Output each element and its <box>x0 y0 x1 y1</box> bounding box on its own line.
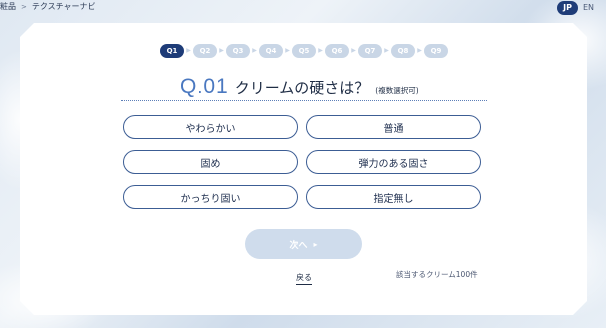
question-prefix: Q <box>180 75 198 98</box>
question-note: (複数選択可) <box>375 86 419 95</box>
step-arrow-icon: ▶ <box>219 47 224 54</box>
step-q4: Q4 <box>259 44 283 58</box>
question-heading: Q.01 クリームの硬さは？ (複数選択可) <box>180 75 419 99</box>
back-link[interactable]: 戻る <box>296 272 312 285</box>
language-en-button[interactable]: EN <box>583 3 594 13</box>
chevron-right-icon: ▸ <box>313 239 318 249</box>
option-button[interactable]: かっちり固い <box>123 185 298 209</box>
step-arrow-icon: ▶ <box>252 47 257 54</box>
option-button[interactable]: やわらかい <box>123 115 298 139</box>
step-q9: Q9 <box>424 44 448 58</box>
language-jp-button[interactable]: JP <box>557 1 578 15</box>
step-q3: Q3 <box>226 44 250 58</box>
breadcrumb-parent-link[interactable]: 粧品 <box>0 2 16 11</box>
step-arrow-icon: ▶ <box>285 47 290 54</box>
step-q5: Q5 <box>292 44 316 58</box>
step-q7: Q7 <box>358 44 382 58</box>
next-button-label: 次へ <box>289 240 308 251</box>
step-arrow-icon: ▶ <box>417 47 422 54</box>
step-arrow-icon: ▶ <box>186 47 191 54</box>
option-button[interactable]: 指定無し <box>306 185 481 209</box>
step-q2: Q2 <box>193 44 217 58</box>
step-q8: Q8 <box>391 44 415 58</box>
question-number: Q.01 <box>180 75 229 99</box>
step-arrow-icon: ▶ <box>384 47 389 54</box>
breadcrumb-separator-icon: > <box>21 3 27 11</box>
option-button[interactable]: 弾力のある固さ <box>306 150 481 174</box>
step-q6: Q6 <box>325 44 349 58</box>
breadcrumb-current: テクスチャーナビ <box>31 2 96 11</box>
step-indicator: Q1 ▶ Q2 ▶ Q3 ▶ Q4 ▶ Q5 ▶ Q6 ▶ Q7 ▶ Q8 ▶ Q9 <box>160 44 448 58</box>
question-number-value: 01 <box>203 75 229 98</box>
language-switcher: JP EN <box>557 1 594 15</box>
next-button[interactable]: 次へ ▸ <box>245 229 362 259</box>
question-text: クリームの硬さは？ <box>234 79 370 97</box>
step-q1: Q1 <box>160 44 184 58</box>
option-button[interactable]: 固め <box>123 150 298 174</box>
question-card: Q1 ▶ Q2 ▶ Q3 ▶ Q4 ▶ Q5 ▶ Q6 ▶ Q7 ▶ Q8 ▶ Q9 Q.01 クリームの硬さは… <box>20 23 587 315</box>
step-arrow-icon: ▶ <box>318 47 323 54</box>
question-divider <box>121 100 487 101</box>
top-bar: 粧品 > テクスチャーナビ JP EN <box>0 0 606 16</box>
option-button[interactable]: 普通 <box>306 115 481 139</box>
match-count-text: 該当するクリーム100件 <box>396 270 478 279</box>
step-arrow-icon: ▶ <box>351 47 356 54</box>
breadcrumb: 粧品 > テクスチャーナビ <box>0 1 96 12</box>
